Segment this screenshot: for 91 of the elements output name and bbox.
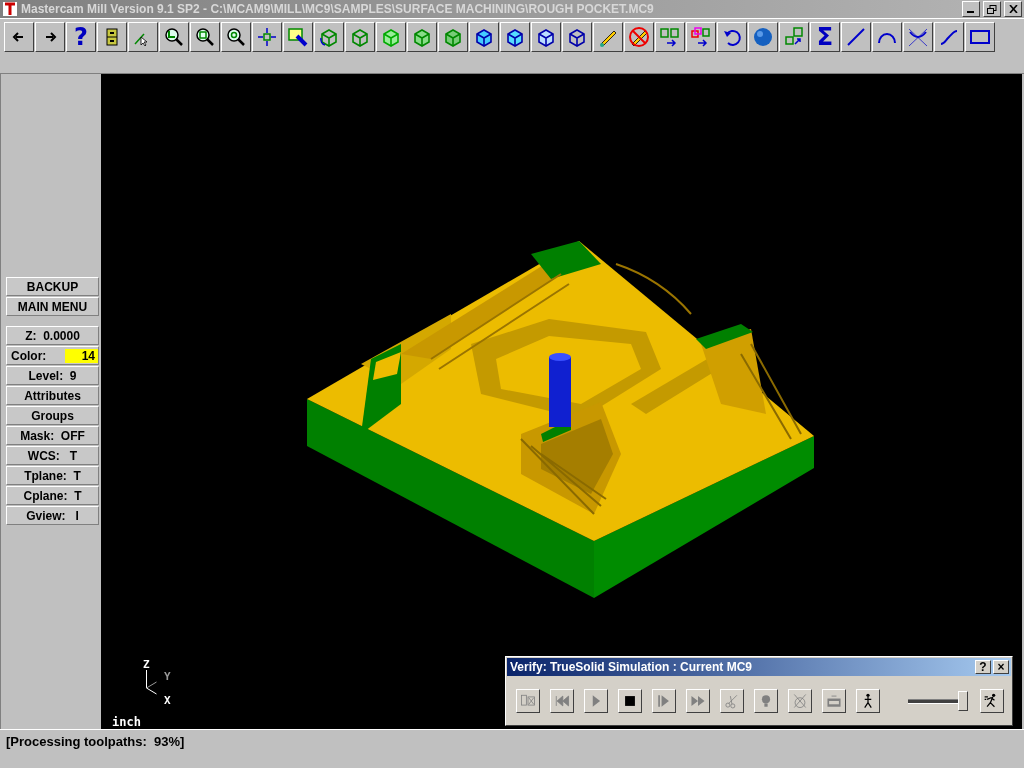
fillet-icon xyxy=(907,26,929,48)
close-button[interactable]: × xyxy=(993,660,1009,674)
toolbar-button[interactable] xyxy=(965,22,995,52)
toolbar-button[interactable] xyxy=(717,22,747,52)
toolbar-button[interactable] xyxy=(128,22,158,52)
restore-button[interactable] xyxy=(983,1,1001,17)
brush-window-icon xyxy=(287,26,309,48)
toolbar-button[interactable] xyxy=(934,22,964,52)
close-icon xyxy=(1008,5,1018,13)
toolbar-button[interactable] xyxy=(438,22,468,52)
toolbar-button[interactable] xyxy=(283,22,313,52)
simulation-button[interactable] xyxy=(618,689,642,713)
menu-button[interactable]: WCS: T xyxy=(6,446,99,465)
color-menu-button[interactable]: Color: 14 xyxy=(6,346,99,365)
color-label: Color: xyxy=(11,348,47,363)
toolbar-button[interactable] xyxy=(35,22,65,52)
rewind-icon xyxy=(553,692,571,710)
units-label: inch xyxy=(112,715,141,729)
sum-button[interactable]: Σ xyxy=(810,22,840,52)
window-title: Mastercam Mill Version 9.1 SP2 - C:\MCAM9\MILL\MC9\SAMPLES\SURFACE MACHINING\ROUGH POCKET.MC9 xyxy=(21,2,655,16)
color-swatch: 14 xyxy=(65,348,98,363)
toolbar-button[interactable] xyxy=(903,22,933,52)
cube-icon xyxy=(442,26,464,48)
menu-button[interactable]: Tplane: T xyxy=(6,466,99,485)
close-button[interactable] xyxy=(1004,1,1022,17)
toolbar-button[interactable] xyxy=(500,22,530,52)
speed-slider[interactable] xyxy=(908,690,966,712)
axis-label: Y xyxy=(164,670,171,683)
cube-icon xyxy=(473,26,495,48)
rotate-cube-icon xyxy=(318,26,340,48)
menu-button[interactable]: Groups xyxy=(6,406,99,425)
app-icon xyxy=(2,1,18,17)
toolbar-button[interactable] xyxy=(407,22,437,52)
toolbar-button[interactable] xyxy=(221,22,251,52)
menu-button[interactable]: Z: 0.0000 xyxy=(6,326,99,345)
toolbar-button[interactable] xyxy=(655,22,685,52)
menu-button[interactable]: Cplane: T xyxy=(6,486,99,505)
cube-icon xyxy=(535,26,557,48)
axis-label: X xyxy=(164,694,171,707)
menu-button[interactable]: Level: 9 xyxy=(6,366,99,385)
zoom-icon xyxy=(225,26,247,48)
simulation-button[interactable] xyxy=(856,689,880,713)
no-pencil-icon xyxy=(628,26,650,48)
status-message: [Processing toolpaths: 93%] xyxy=(6,734,185,749)
cube-icon xyxy=(411,26,433,48)
minimize-button[interactable] xyxy=(962,1,980,17)
menu-button[interactable]: Gview: I xyxy=(6,506,99,525)
toolbar-button[interactable] xyxy=(190,22,220,52)
toolbar-button[interactable] xyxy=(562,22,592,52)
cube-icon xyxy=(504,26,526,48)
toolbar-button[interactable] xyxy=(531,22,561,52)
toolbar-button[interactable] xyxy=(4,22,34,52)
toolbar-button[interactable] xyxy=(252,22,282,52)
toolbar-button[interactable] xyxy=(345,22,375,52)
toolbar-button[interactable] xyxy=(841,22,871,52)
sphere-icon xyxy=(752,26,774,48)
toolbar-button[interactable] xyxy=(624,22,654,52)
toolbar-button[interactable] xyxy=(686,22,716,52)
toolbar-button[interactable] xyxy=(314,22,344,52)
toolbar-button[interactable] xyxy=(376,22,406,52)
tool-icon xyxy=(791,692,809,710)
toolbar-button[interactable] xyxy=(748,22,778,52)
help-button[interactable]: ? xyxy=(66,22,96,52)
menu-button[interactable]: BACKUP xyxy=(6,277,99,296)
line-icon xyxy=(845,26,867,48)
help-button[interactable]: ? xyxy=(975,660,991,674)
zoom-icon xyxy=(194,26,216,48)
menu-button[interactable]: Mask: OFF xyxy=(6,426,99,445)
scale-cubes-icon xyxy=(783,26,805,48)
menu-button[interactable]: MAIN MENU xyxy=(6,297,99,316)
toolbar-button[interactable] xyxy=(593,22,623,52)
toolbar-button[interactable] xyxy=(872,22,902,52)
translate-icon xyxy=(659,26,681,48)
copy-shapes-icon xyxy=(690,26,712,48)
menu-button[interactable]: Attributes xyxy=(6,386,99,405)
toolbar-button[interactable] xyxy=(159,22,189,52)
restore-icon xyxy=(987,4,997,14)
axis-triad-drawing xyxy=(146,670,159,695)
cube-icon xyxy=(380,26,402,48)
toolbar-button[interactable] xyxy=(469,22,499,52)
cube-icon xyxy=(566,26,588,48)
simulation-button[interactable] xyxy=(980,689,1004,713)
axis-label: Z xyxy=(143,658,150,671)
cube-icon xyxy=(349,26,371,48)
machine-icon xyxy=(825,692,843,710)
toolbar-button[interactable] xyxy=(779,22,809,52)
pan-icon xyxy=(256,26,278,48)
dialog-title: Verify: TrueSolid Simulation : Current MC9 xyxy=(510,660,754,674)
toolbar-button[interactable] xyxy=(97,22,127,52)
zoom-icon xyxy=(163,26,185,48)
slider-thumb[interactable] xyxy=(958,691,969,711)
